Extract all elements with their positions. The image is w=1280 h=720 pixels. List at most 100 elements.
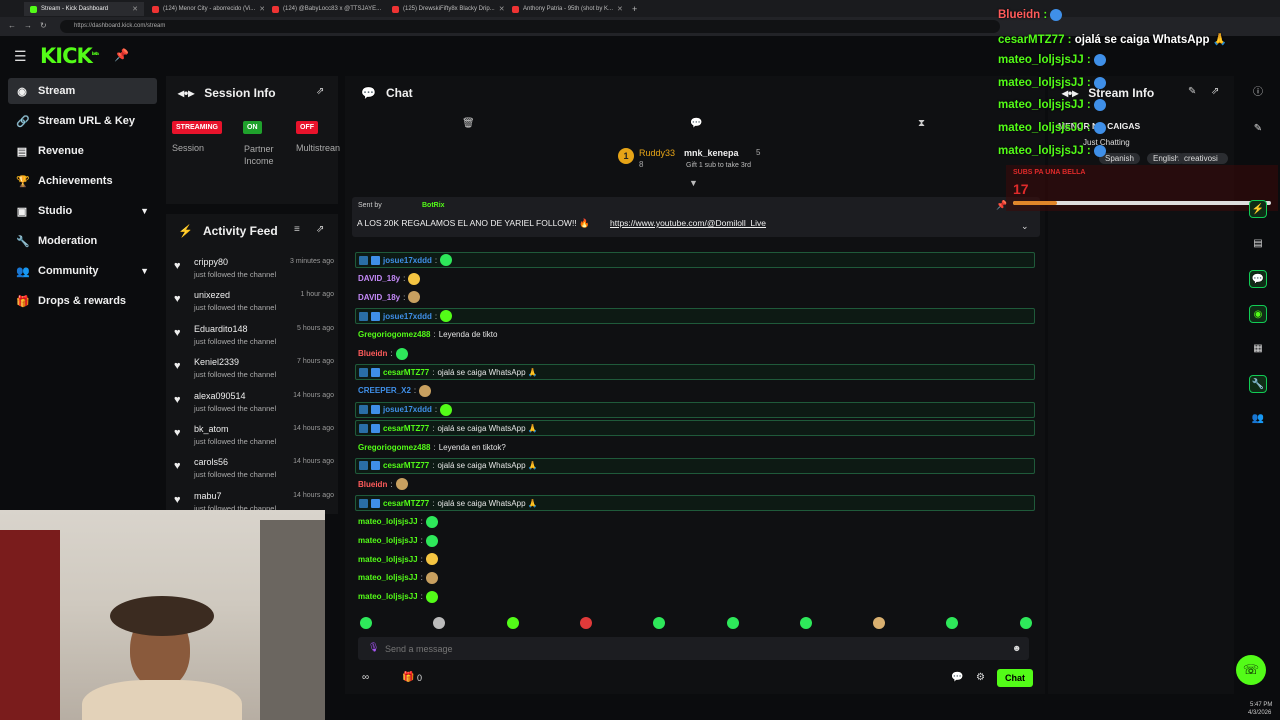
document-icon[interactable]: ▤	[1249, 235, 1267, 253]
chevron-down-icon[interactable]: ▼	[140, 266, 149, 276]
chat-message[interactable]: Blueidn:	[355, 476, 1035, 492]
chat-username[interactable]: Gregoriogomez488	[358, 330, 430, 339]
layout-icon[interactable]: ▦	[1249, 340, 1267, 358]
activity-item[interactable]: ♥ bk_atom just followed the channel 14 h…	[174, 424, 334, 456]
hourglass-icon[interactable]: ⧗	[918, 118, 925, 129]
chevron-down-icon[interactable]: ▼	[140, 206, 149, 216]
new-tab-button[interactable]: +	[626, 2, 642, 16]
quick-emote-icon[interactable]	[726, 617, 739, 629]
chevron-down-icon[interactable]: ⌄	[1021, 221, 1029, 232]
chat-message[interactable]: DAVID_18y:	[355, 271, 1035, 287]
edit-icon[interactable]: ✎	[1188, 86, 1196, 97]
broadcast-icon[interactable]: ◉	[1249, 305, 1267, 323]
trash-icon[interactable]: 🗑	[462, 118, 475, 129]
channel-points-icon[interactable]: ∞	[362, 672, 369, 683]
pinned-link[interactable]: https://www.youtube.com/@Domiloll_Live	[610, 218, 766, 228]
chat-message[interactable]: mateo_loljsjsJJ:	[355, 551, 1035, 567]
chat-username[interactable]: mateo_loljsjsJJ	[358, 573, 418, 582]
chat-username[interactable]: cesarMTZ77	[383, 368, 429, 377]
activity-item[interactable]: ♥ carols56 just followed the channel 14 …	[174, 457, 334, 489]
activity-item[interactable]: ♥ unixezed just followed the channel 1 h…	[174, 290, 334, 322]
sidebar-item-studio[interactable]: ▣ Studio ▼	[8, 198, 157, 224]
chat-message[interactable]: cesarMTZ77: ojalá se caiga WhatsApp 🙏	[355, 364, 1035, 381]
send-chat-button[interactable]: Chat	[997, 669, 1033, 687]
chat-message[interactable]: Gregoriogomez488: Leyenda en tiktok?	[355, 439, 1035, 455]
chat-username[interactable]: mateo_loljsjsJJ	[358, 555, 418, 564]
chat-username[interactable]: mateo_loljsjsJJ	[358, 592, 418, 601]
chat-username[interactable]: josue17xddd	[383, 405, 432, 414]
chat-message[interactable]: Blueidn:	[355, 346, 1035, 362]
lightning-icon[interactable]: ⚡	[1249, 200, 1267, 218]
activity-item[interactable]: ♥ crippy80 just followed the channel 3 m…	[174, 257, 334, 289]
activity-item[interactable]: ♥ Eduardito148 just followed the channel…	[174, 324, 334, 356]
info-icon[interactable]: ⓘ	[1249, 84, 1267, 102]
chat-message[interactable]: CREEPER_X2:	[355, 383, 1035, 399]
browser-tab[interactable]: Stream - Kick Dashboard ✕	[24, 2, 144, 16]
chat-username[interactable]: DAVID_18y	[358, 293, 400, 302]
gift-box-icon[interactable]: 🎁	[402, 672, 414, 683]
gift-leader-user[interactable]: Ruddy33	[639, 148, 675, 158]
emoji-icon[interactable]: ☻	[1012, 643, 1021, 653]
sidebar-item-stream-url-key[interactable]: 🔗 Stream URL & Key	[8, 108, 157, 134]
chat-message[interactable]: josue17xddd:	[355, 401, 1035, 418]
chat-message[interactable]: cesarMTZ77: ojalá se caiga WhatsApp 🙏	[355, 495, 1035, 512]
chevron-down-icon[interactable]: ▼	[689, 178, 698, 188]
quick-emote-icon[interactable]	[506, 617, 519, 629]
quick-emote-icon[interactable]	[873, 617, 886, 629]
sidebar-item-drops-rewards[interactable]: 🎁 Drops & rewards	[8, 288, 157, 314]
kick-logo[interactable]: KICKbeta	[40, 44, 99, 68]
gift-target-user[interactable]: mnk_kenepa	[684, 148, 739, 158]
popout-icon[interactable]: ⇗	[1211, 86, 1219, 97]
filter-icon[interactable]: ≡	[294, 224, 300, 235]
pin-icon[interactable]: 📌	[114, 48, 129, 62]
gear-icon[interactable]: ⚙	[976, 672, 985, 683]
tag-pill[interactable]: creativosi	[1178, 153, 1228, 164]
edit-icon[interactable]: ✎	[1249, 120, 1267, 138]
chat-username[interactable]: josue17xddd	[383, 256, 432, 265]
chat-message[interactable]: josue17xddd:	[355, 252, 1035, 268]
sidebar-item-moderation[interactable]: 🔧 Moderation	[8, 228, 157, 254]
sidebar-item-achievements[interactable]: 🏆 Achievements	[8, 168, 157, 194]
activity-item[interactable]: ♥ Keniel2339 just followed the channel 7…	[174, 357, 334, 389]
popout-icon[interactable]: ⇗	[316, 224, 324, 235]
chat-message[interactable]: DAVID_18y:	[355, 289, 1035, 305]
chat-username[interactable]: cesarMTZ77	[383, 424, 429, 433]
chat-message[interactable]: mateo_loljsjsJJ:	[355, 514, 1035, 530]
browser-tab[interactable]: (124) Menor City - aborrecido (Vi... ✕	[146, 2, 264, 16]
sidebar-item-stream[interactable]: ◉ Stream	[8, 78, 157, 104]
close-tab-icon[interactable]: ✕	[499, 5, 504, 13]
activity-item[interactable]: ♥ alexa090514 just followed the channel …	[174, 391, 334, 423]
back-icon[interactable]: ←	[8, 21, 16, 30]
chat-message[interactable]: cesarMTZ77: ojalá se caiga WhatsApp 🙏	[355, 420, 1035, 437]
chat-message[interactable]: mateo_loljsjsJJ:	[355, 533, 1035, 549]
chat-username[interactable]: cesarMTZ77	[383, 499, 429, 508]
chat-username[interactable]: cesarMTZ77	[383, 461, 429, 470]
chat-message-input[interactable]	[385, 641, 985, 656]
chat-username[interactable]: CREEPER_X2	[358, 386, 411, 395]
sidebar-item-revenue[interactable]: ▤ Revenue	[8, 138, 157, 164]
close-tab-icon[interactable]: ✕	[132, 5, 138, 13]
browser-tab[interactable]: (124) @BabyLocc83 x @TTSJAYE...✕	[266, 2, 384, 16]
chat-message[interactable]: mateo_loljsjsJJ:	[355, 570, 1035, 586]
message-icon[interactable]: 💬	[690, 118, 702, 129]
popout-icon[interactable]: ⇗	[316, 86, 324, 97]
close-tab-icon[interactable]: ✕	[617, 5, 623, 13]
chat-message[interactable]: josue17xddd:	[355, 308, 1035, 325]
address-bar[interactable]: https://dashboard.kick.com/stream	[60, 20, 1000, 33]
chat-username[interactable]: DAVID_18y	[358, 274, 400, 283]
chat-username[interactable]: josue17xddd	[383, 312, 432, 321]
quick-emote-icon[interactable]	[579, 617, 592, 629]
browser-tab[interactable]: Anthony Patria - 95th (shot by K... ✕	[506, 2, 624, 16]
quick-emote-icon[interactable]	[799, 617, 812, 629]
menu-icon[interactable]: ☰	[14, 48, 27, 65]
chat-bubble-icon[interactable]: 💬	[951, 672, 963, 683]
chat-username[interactable]: Blueidn	[358, 480, 387, 489]
chat-username[interactable]: mateo_loljsjsJJ	[358, 517, 418, 526]
help-chat-button[interactable]: ☏	[1236, 655, 1266, 685]
chat-message[interactable]: mateo_loljsjsJJ:	[355, 589, 1035, 605]
quick-emote-icon[interactable]	[1019, 617, 1032, 629]
sidebar-item-community[interactable]: 👥 Community ▼	[8, 258, 157, 284]
chat-username[interactable]: Gregoriogomez488	[358, 443, 430, 452]
reload-icon[interactable]: ↻	[40, 21, 47, 30]
chat-message[interactable]: Gregoriogomez488: Leyenda de tikto	[355, 327, 1035, 343]
